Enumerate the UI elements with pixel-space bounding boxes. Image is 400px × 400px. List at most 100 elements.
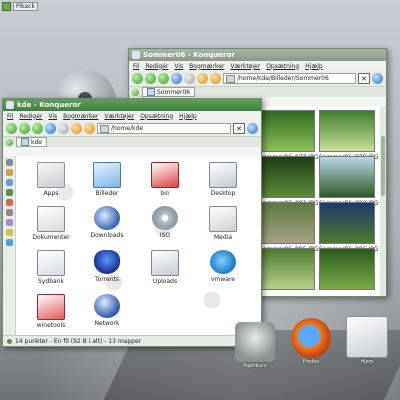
photo-thumbnail[interactable]: Sommer06_086.JPG xyxy=(319,202,378,253)
konqueror-gear-icon[interactable] xyxy=(372,73,383,84)
sidebar-home-icon[interactable] xyxy=(5,179,13,186)
sidebar-history-icon[interactable] xyxy=(5,169,13,176)
photo-thumbnail[interactable]: Sommer06_082.JPG xyxy=(319,156,378,207)
menu-vaerktojer[interactable]: Værktøjer xyxy=(230,63,260,70)
photo-thumbnail[interactable]: Sommer06_085.JPG xyxy=(259,202,318,253)
menu-fil[interactable]: Fil xyxy=(133,63,139,70)
media-folder-icon xyxy=(209,206,237,232)
forward-icon[interactable] xyxy=(145,73,156,84)
photo-thumbnail[interactable]: Sommer06_077.JPG xyxy=(259,110,318,161)
torrents-folder-icon xyxy=(94,250,120,274)
folder-item[interactable]: Desktop xyxy=(198,162,248,197)
photo-image xyxy=(259,248,315,290)
folder-item[interactable]: ISO xyxy=(140,206,190,239)
location-text[interactable]: /home/kde xyxy=(111,125,143,132)
sidebar-media-icon[interactable] xyxy=(5,219,13,226)
scrollbar-thumb[interactable] xyxy=(381,136,385,196)
menu-hjaelp[interactable]: Hjælp xyxy=(305,63,323,70)
window-titlebar[interactable]: Sommer06 - Konqueror xyxy=(129,49,386,61)
sidebar-bookmarks-icon[interactable] xyxy=(5,159,13,166)
folder-item[interactable]: Torrents xyxy=(82,250,132,283)
window-titlebar[interactable]: kde - Konqueror xyxy=(3,99,261,111)
folder-item[interactable]: Uploads xyxy=(140,250,190,285)
photo-thumbnail[interactable] xyxy=(319,248,375,292)
konqueror-gear-icon[interactable] xyxy=(247,123,258,134)
clear-location-icon[interactable]: ✕ xyxy=(358,73,370,84)
desktop-icon-label: Firefox xyxy=(302,359,320,365)
folder-item-label: Dokumenter xyxy=(32,234,70,241)
folder-item-label: Billeder xyxy=(95,190,119,197)
location-bar[interactable]: /home/kde xyxy=(97,123,231,134)
location-bar[interactable]: /home/kde/Billeder/Sommer06 xyxy=(223,73,356,84)
up-icon[interactable] xyxy=(158,73,169,84)
menu-vaerktojer[interactable]: Værktøjer xyxy=(104,113,134,120)
clear-location-icon[interactable]: ✕ xyxy=(233,123,245,134)
back-icon[interactable] xyxy=(132,73,143,84)
folder-item[interactable]: Sydbank xyxy=(26,250,76,285)
tab-sommer06[interactable]: Sommer06 xyxy=(142,87,195,97)
bookmark-icon[interactable] xyxy=(84,123,95,134)
sidebar-network-icon[interactable] xyxy=(5,189,13,196)
up-icon[interactable] xyxy=(32,123,43,134)
folder-item[interactable]: Apps xyxy=(26,162,76,197)
menu-hjaelp[interactable]: Hjælp xyxy=(179,113,197,120)
folder-item[interactable]: Downloads xyxy=(82,206,132,239)
corner-launcher[interactable]: Pikack xyxy=(2,2,38,11)
tab-kde[interactable]: kde xyxy=(16,137,47,147)
desktop-home[interactable]: Hjem xyxy=(344,316,390,365)
konqueror-window-home[interactable]: kde - Konqueror Fil Redigér Vis Bogmærke… xyxy=(2,98,262,347)
corner-button-label[interactable]: Pikack xyxy=(13,2,38,11)
location-text[interactable]: /home/kde/Billeder/Sommer06 xyxy=(237,75,329,82)
tab-bar: Sommer06 xyxy=(129,87,386,97)
status-led-icon xyxy=(7,338,12,344)
vertical-scrollbar[interactable] xyxy=(380,106,386,296)
folder-item[interactable]: Billeder xyxy=(82,162,132,197)
photo-thumbnail[interactable]: Sommer06_081.JPG xyxy=(259,156,318,207)
menu-vis[interactable]: Vis xyxy=(48,113,57,120)
menu-opsaetning[interactable]: Opsætning xyxy=(140,113,173,120)
desktop-trash[interactable]: Papirkurv xyxy=(232,322,278,369)
status-text: 14 punkter - En fil (92 B i alt) - 13 ma… xyxy=(15,337,142,345)
menu-bogmaerker[interactable]: Bogmærker xyxy=(189,63,224,70)
new-tab-icon[interactable] xyxy=(132,88,139,96)
stop-icon[interactable] xyxy=(58,123,69,134)
menu-vis[interactable]: Vis xyxy=(174,63,183,70)
home-icon[interactable] xyxy=(71,123,82,134)
reload-icon[interactable] xyxy=(45,123,56,134)
sidebar-root-icon[interactable] xyxy=(5,209,13,216)
menu-rediger[interactable]: Redigér xyxy=(19,113,42,120)
desktop-icon-label: Hjem xyxy=(360,359,374,365)
photo-image xyxy=(319,110,375,152)
folder-item-label: Sydbank xyxy=(38,278,64,285)
sidebar-services-icon[interactable] xyxy=(5,199,13,206)
photo-thumbnail[interactable]: Sommer06_078.JPG xyxy=(319,110,378,161)
folder-item[interactable]: Media xyxy=(198,206,248,241)
folder-item[interactable]: winetools xyxy=(26,294,76,329)
back-icon[interactable] xyxy=(6,123,17,134)
dokumenter-folder-icon xyxy=(37,206,65,232)
folder-view[interactable]: Apps Billeder bin Desktop Dokumenter Download… xyxy=(16,156,261,336)
home-icon[interactable] xyxy=(197,73,208,84)
reload-icon[interactable] xyxy=(171,73,182,84)
photo-thumbnail[interactable] xyxy=(259,248,315,292)
bookmark-icon[interactable] xyxy=(210,73,221,84)
folder-item[interactable]: Network xyxy=(82,294,132,327)
desktop-firefox[interactable]: Firefox xyxy=(288,318,334,365)
menu-bogmaerker[interactable]: Bogmærker xyxy=(63,113,98,120)
stop-icon[interactable] xyxy=(184,73,195,84)
folder-item[interactable]: Dokumenter xyxy=(26,206,76,241)
toolbar: /home/kde/Billeder/Sommer06 ✕ xyxy=(129,71,386,87)
folder-item-label: Torrents xyxy=(95,276,119,283)
menu-opsaetning[interactable]: Opsætning xyxy=(266,63,299,70)
forward-icon[interactable] xyxy=(19,123,30,134)
sidebar-settings-icon[interactable] xyxy=(5,229,13,236)
menu-fil[interactable]: Fil xyxy=(7,113,13,120)
sidebar-web-icon[interactable] xyxy=(5,239,13,246)
folder-item[interactable]: bin xyxy=(140,162,190,197)
menu-rediger[interactable]: Redigér xyxy=(145,63,168,70)
downloads-folder-icon xyxy=(94,206,120,230)
folder-item[interactable]: vmware xyxy=(198,250,248,283)
photo-image xyxy=(259,202,315,244)
firefox-icon xyxy=(291,318,331,358)
new-tab-icon[interactable] xyxy=(6,138,13,146)
